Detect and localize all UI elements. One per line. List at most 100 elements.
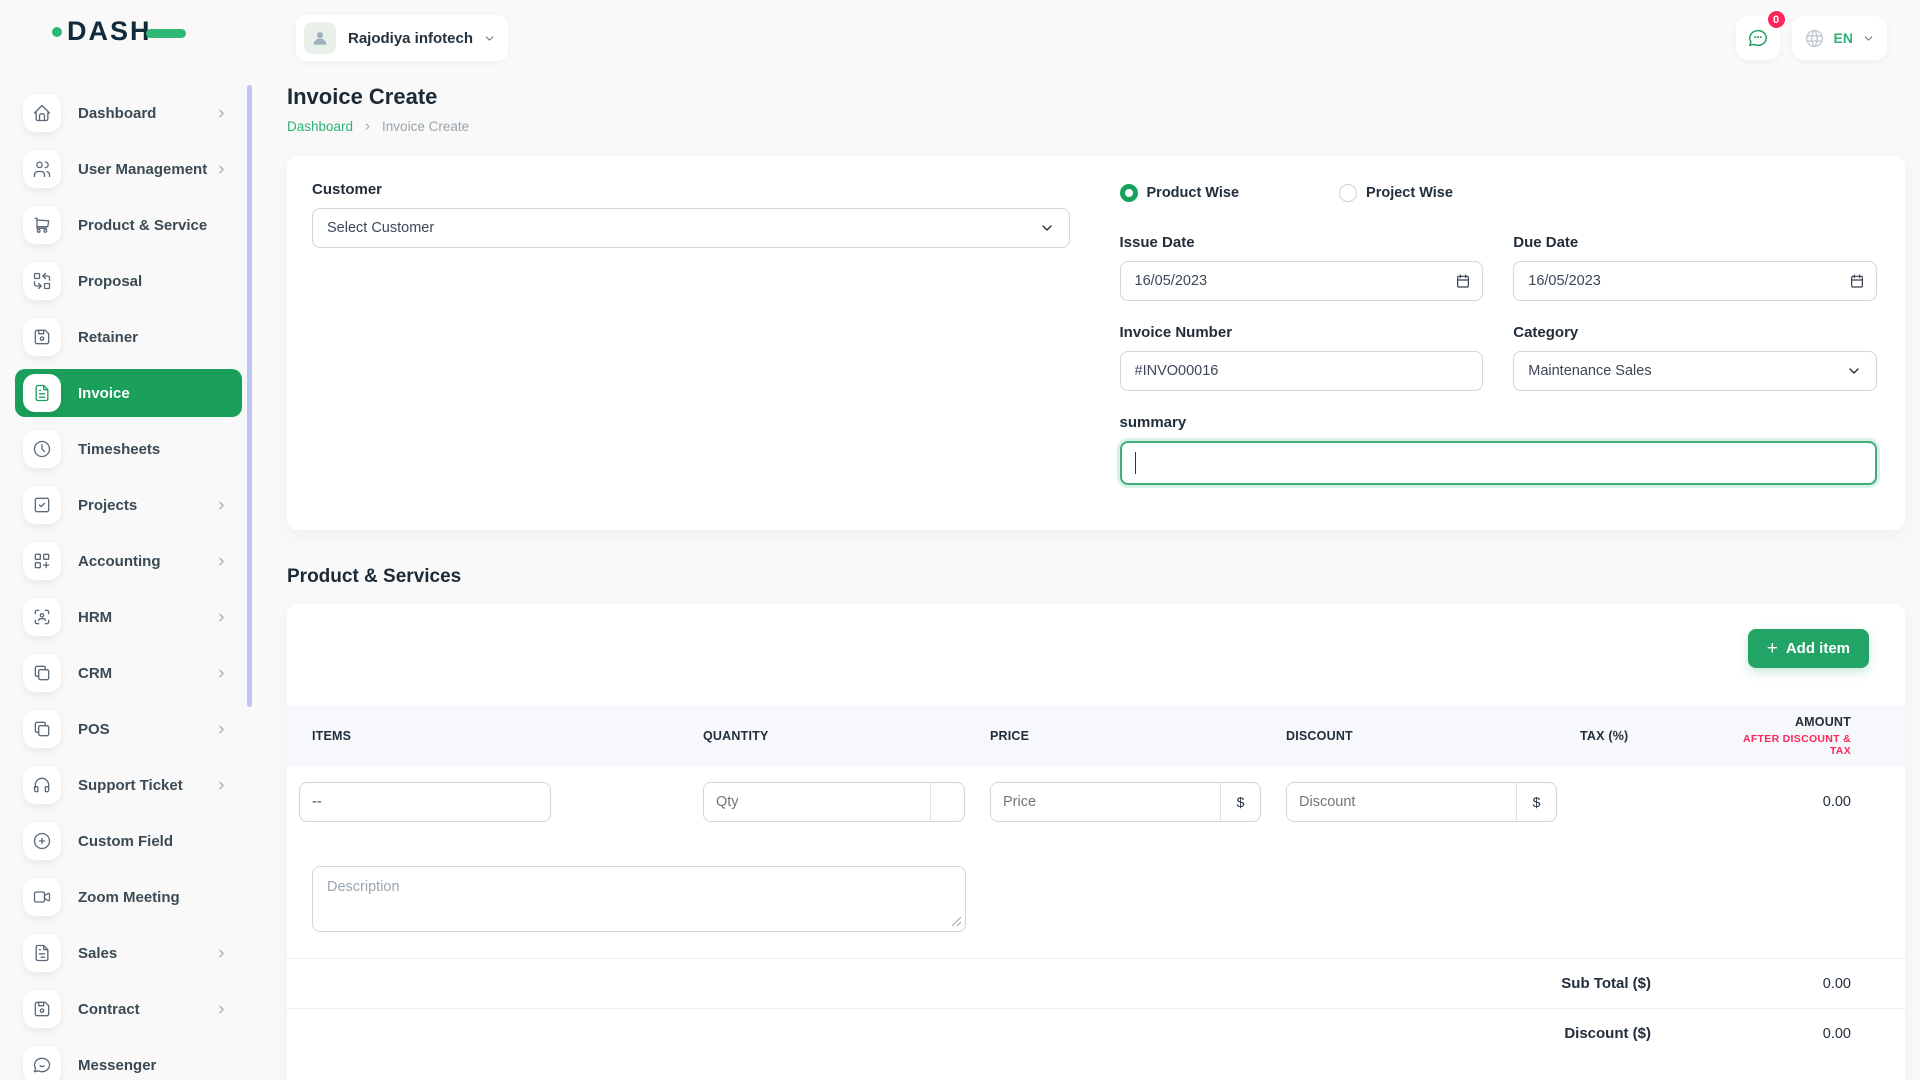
app-logo[interactable]: DASH bbox=[52, 16, 255, 47]
discount-total-label: Discount ($) bbox=[1564, 1025, 1651, 1042]
sidebar-item-retainer[interactable]: Retainer bbox=[15, 313, 242, 361]
sidebar-item-label: Timesheets bbox=[78, 441, 228, 458]
item-row: $ $ 0.00 bbox=[287, 767, 1905, 822]
topbar: Rajodiya infotech 0 EN bbox=[287, 0, 1905, 70]
main-area: Rajodiya infotech 0 EN Invoice Create Da… bbox=[255, 0, 1920, 1080]
sidebar-item-support-ticket[interactable]: Support Ticket bbox=[15, 761, 242, 809]
add-item-label: Add item bbox=[1786, 640, 1850, 657]
sidebar: DASH Dashboard User Management Product &… bbox=[0, 0, 255, 1080]
sidebar-item-label: Dashboard bbox=[78, 105, 215, 122]
chevron-down-icon bbox=[1039, 220, 1055, 236]
row-amount-value: 0.00 bbox=[1720, 782, 1851, 822]
sidebar-item-label: HRM bbox=[78, 609, 215, 626]
sidebar-item-sales[interactable]: Sales bbox=[15, 929, 242, 977]
sidebar-item-dashboard[interactable]: Dashboard bbox=[15, 89, 242, 137]
grid-plus-icon bbox=[23, 542, 61, 580]
price-input-group: $ bbox=[990, 782, 1261, 822]
project-wise-radio[interactable]: Project Wise bbox=[1339, 184, 1453, 202]
checkbox-icon bbox=[23, 486, 61, 524]
customer-select[interactable]: Select Customer bbox=[312, 208, 1070, 248]
language-code: EN bbox=[1834, 30, 1853, 46]
sidebar-item-user-management[interactable]: User Management bbox=[15, 145, 242, 193]
calendar-icon[interactable] bbox=[1455, 273, 1471, 289]
summary-textarea[interactable] bbox=[1120, 441, 1878, 485]
quantity-input[interactable] bbox=[704, 783, 930, 821]
category-select[interactable]: Maintenance Sales bbox=[1513, 351, 1877, 391]
workspace-dropdown[interactable]: Rajodiya infotech bbox=[296, 15, 508, 61]
floppy-icon bbox=[23, 318, 61, 356]
item-select-input[interactable] bbox=[299, 782, 551, 822]
project-wise-label: Project Wise bbox=[1366, 185, 1453, 201]
breadcrumb-dashboard-link[interactable]: Dashboard bbox=[287, 119, 353, 134]
product-wise-radio[interactable]: Product Wise bbox=[1120, 184, 1240, 202]
chat-badge: 0 bbox=[1766, 9, 1787, 30]
sidebar-item-custom-field[interactable]: Custom Field bbox=[15, 817, 242, 865]
breadcrumb-current: Invoice Create bbox=[382, 119, 469, 134]
issue-date-field: Issue Date bbox=[1120, 234, 1484, 301]
issue-date-input[interactable] bbox=[1120, 261, 1484, 301]
sidebar-item-pos[interactable]: POS bbox=[15, 705, 242, 753]
sidebar-nav: Dashboard User Management Product & Serv… bbox=[15, 89, 242, 1080]
category-select-value: Maintenance Sales bbox=[1528, 363, 1651, 379]
sidebar-scrollbar[interactable] bbox=[247, 85, 252, 707]
discount-input[interactable] bbox=[1287, 783, 1516, 821]
sidebar-item-accounting[interactable]: Accounting bbox=[15, 537, 242, 585]
sidebar-item-proposal[interactable]: Proposal bbox=[15, 257, 242, 305]
customer-column: Customer Select Customer bbox=[312, 181, 1070, 485]
invoice-type-radios: Product Wise Project Wise bbox=[1120, 184, 1878, 202]
amount-note: AFTER DISCOUNT & TAX bbox=[1720, 733, 1851, 757]
users-icon bbox=[23, 150, 61, 188]
add-item-button[interactable]: + Add item bbox=[1748, 629, 1869, 668]
price-input[interactable] bbox=[991, 783, 1220, 821]
subtotal-value: 0.00 bbox=[1721, 976, 1851, 992]
subtotal-row: Sub Total ($) 0.00 bbox=[287, 958, 1905, 1008]
sidebar-item-hrm[interactable]: HRM bbox=[15, 593, 242, 641]
sidebar-item-invoice[interactable]: Invoice bbox=[15, 369, 242, 417]
invoice-form-card: Customer Select Customer Product Wise Pr… bbox=[287, 156, 1905, 530]
chevron-right-icon bbox=[215, 163, 228, 176]
sidebar-item-contract[interactable]: Contract bbox=[15, 985, 242, 1033]
chevron-down-icon bbox=[483, 32, 496, 45]
logo-text: DASH bbox=[67, 16, 152, 47]
topbar-actions: 0 EN bbox=[1736, 16, 1887, 60]
home-icon bbox=[23, 94, 61, 132]
sidebar-item-label: Contract bbox=[78, 1001, 215, 1018]
description-field bbox=[312, 866, 966, 932]
chevron-right-icon bbox=[215, 107, 228, 120]
col-quantity: QUANTITY bbox=[703, 729, 990, 743]
category-field: Category Maintenance Sales bbox=[1513, 324, 1877, 391]
chat-bubble-icon bbox=[1747, 27, 1769, 49]
language-selector[interactable]: EN bbox=[1792, 16, 1887, 60]
sidebar-item-label: Sales bbox=[78, 945, 215, 962]
chevron-down-icon bbox=[1846, 363, 1862, 379]
sidebar-item-label: Product & Service bbox=[78, 217, 228, 234]
quantity-spinner[interactable] bbox=[930, 783, 964, 821]
sidebar-item-crm[interactable]: CRM bbox=[15, 649, 242, 697]
copy-squares-icon bbox=[23, 710, 61, 748]
description-textarea[interactable] bbox=[312, 866, 966, 932]
col-items: ITEMS bbox=[299, 729, 703, 743]
sidebar-item-projects[interactable]: Projects bbox=[15, 481, 242, 529]
avatar bbox=[304, 22, 336, 54]
resize-handle-icon[interactable] bbox=[951, 916, 962, 927]
globe-icon bbox=[1804, 28, 1825, 49]
cart-icon bbox=[23, 206, 61, 244]
text-caret bbox=[1135, 452, 1137, 474]
summary-label: summary bbox=[1120, 414, 1878, 431]
due-date-input[interactable] bbox=[1513, 261, 1877, 301]
invoice-meta-column: Product Wise Project Wise Issue Date Due… bbox=[1120, 181, 1878, 485]
summary-field: summary bbox=[1120, 414, 1878, 485]
invoice-number-input[interactable] bbox=[1120, 351, 1484, 391]
sidebar-item-timesheets[interactable]: Timesheets bbox=[15, 425, 242, 473]
sidebar-item-zoom-meeting[interactable]: Zoom Meeting bbox=[15, 873, 242, 921]
messages-button[interactable]: 0 bbox=[1736, 16, 1780, 60]
calendar-icon[interactable] bbox=[1849, 273, 1865, 289]
sidebar-item-product-service[interactable]: Product & Service bbox=[15, 201, 242, 249]
workspace-name: Rajodiya infotech bbox=[348, 30, 473, 47]
sidebar-item-label: Projects bbox=[78, 497, 215, 514]
sidebar-item-label: Retainer bbox=[78, 329, 228, 346]
chevron-right-icon bbox=[215, 667, 228, 680]
chevron-right-icon bbox=[362, 121, 373, 132]
sidebar-item-messenger[interactable]: Messenger bbox=[15, 1041, 242, 1080]
clock-icon bbox=[23, 430, 61, 468]
